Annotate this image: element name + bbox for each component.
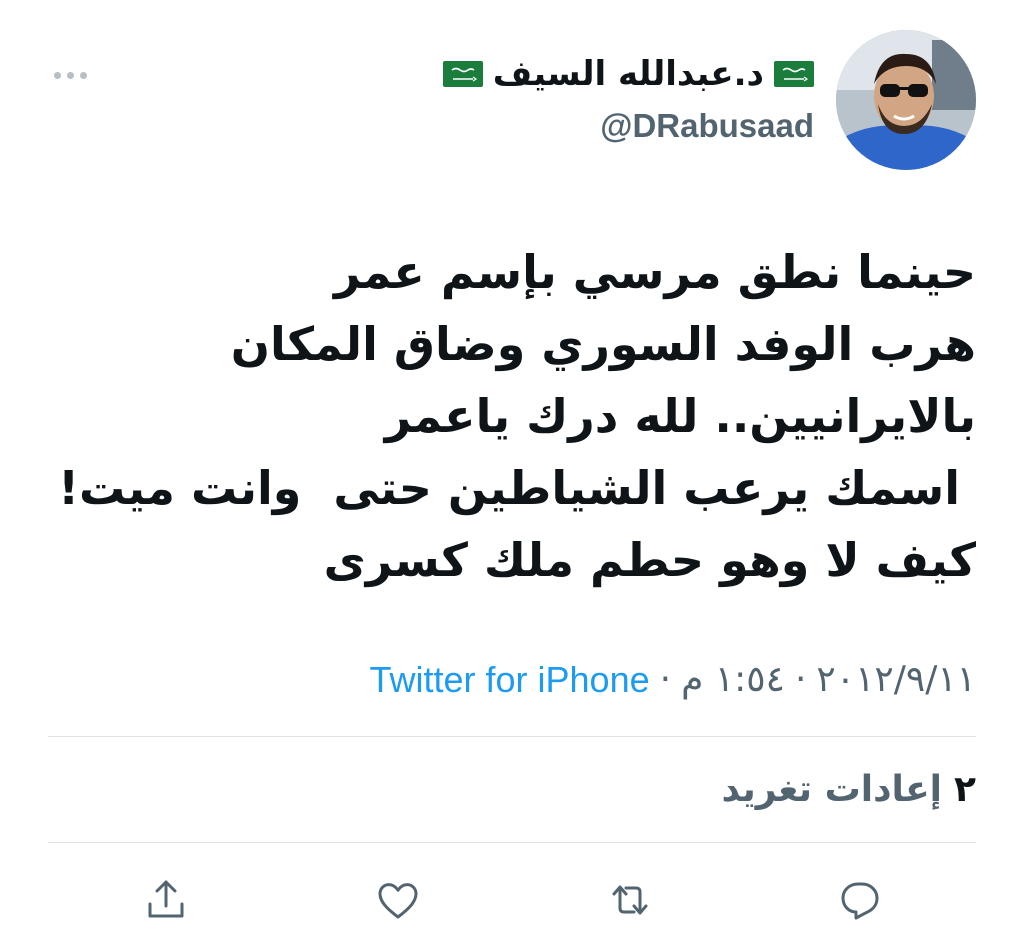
reply-button[interactable]: [830, 870, 890, 930]
divider: [48, 736, 976, 737]
tweet-text-line: هرب الوفد السوري وضاق المكان: [230, 317, 976, 371]
tweet-date[interactable]: ٢٠١٢/٩/١١: [816, 652, 976, 708]
divider: [48, 842, 976, 843]
tweet-header: د.عبدالله السيف @DRabusaad: [0, 0, 1024, 190]
tweet-actions-bar: [0, 870, 1024, 930]
retweet-button[interactable]: [600, 870, 660, 930]
retweet-icon: [612, 885, 648, 915]
retweets-count: ٢: [954, 769, 976, 810]
meta-separator: ·: [794, 659, 807, 700]
share-button[interactable]: [136, 870, 196, 930]
more-options-button[interactable]: [48, 64, 92, 86]
tweet-text-line: حينما نطق مرسي بإسم عمر: [333, 245, 976, 299]
avatar[interactable]: [836, 30, 976, 170]
tweet-text-line: اسمك يرعب الشياطين حتى وانت ميت!: [58, 461, 976, 515]
tweet-text-line: بالايرانيين.. لله درك ياعمر: [384, 389, 976, 443]
like-button[interactable]: [368, 870, 428, 930]
tweet-time[interactable]: ١:٥٤ م: [681, 652, 785, 708]
more-dot-icon: [79, 71, 87, 79]
retweets-label: إعادات تغريد: [721, 769, 943, 810]
retweet-stats[interactable]: ٢ إعادات تغريد: [721, 762, 976, 818]
meta-separator: ·: [659, 659, 672, 700]
author-display-name[interactable]: د.عبدالله السيف: [493, 52, 764, 96]
saudi-flag-icon: [774, 61, 814, 87]
tweet-text-line: كيف لا وهو حطم ملك كسرى: [323, 533, 976, 587]
avatar-image: [836, 30, 976, 170]
more-dot-icon: [53, 71, 61, 79]
more-dot-icon: [66, 71, 74, 79]
author-name-row[interactable]: د.عبدالله السيف: [442, 52, 814, 96]
author-handle[interactable]: @DRabusaad: [600, 104, 814, 148]
tweet-meta: Twitter for iPhone · ١:٥٤ م · ٢٠١٢/٩/١١: [369, 652, 976, 708]
tweet-text: حينما نطق مرسي بإسم عمر هرب الوفد السوري…: [36, 236, 976, 596]
share-icon: [148, 880, 184, 918]
saudi-flag-icon: [442, 61, 483, 87]
reply-icon: [841, 882, 879, 920]
heart-icon: [378, 883, 418, 919]
tweet-source-link[interactable]: Twitter for iPhone: [369, 652, 649, 708]
